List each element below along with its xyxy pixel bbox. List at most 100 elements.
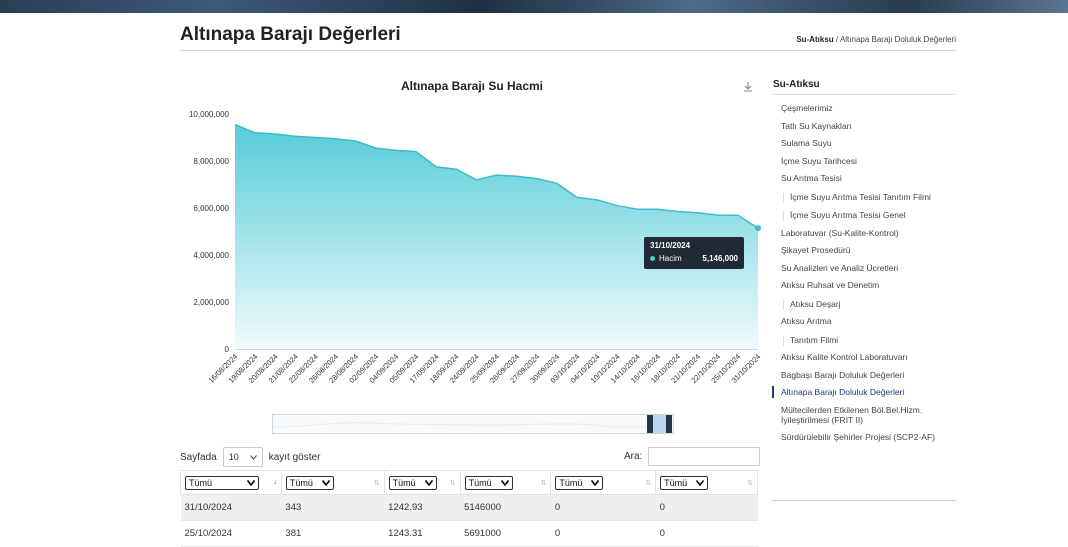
breadcrumb-current: Altınapa Barajı Doluluk Değerleri <box>839 35 956 44</box>
y-tick-label: 0 <box>225 345 230 354</box>
chevron-down-icon <box>249 454 257 460</box>
chevron-down-icon <box>247 479 255 486</box>
sidebar-item[interactable]: İçme Suyu Arıtma Tesisi Genel <box>772 210 956 221</box>
chart-title: Altınapa Barajı Su Hacmi <box>401 79 543 93</box>
table-cell: 1242.93 <box>384 494 461 521</box>
length-label-before: Sayfada <box>180 451 217 463</box>
sidebar-item[interactable]: Altınapa Barajı Doluluk Değerleri <box>772 386 956 398</box>
column-filter-select[interactable]: Tümü <box>285 475 334 490</box>
table-cell: 0 <box>550 494 656 521</box>
sidebar-item[interactable]: Atıksu Ruhsat ve Denetim <box>772 280 956 290</box>
sort-icon[interactable]: ↓ <box>273 479 277 486</box>
column-filter-select[interactable]: Tümü <box>185 475 259 490</box>
data-table: Tümü ↓ Tümü ⇅ Tümü ⇅ Tümü ⇅ Tümü ⇅ Tümü ⇅ 31/10/202… <box>180 470 758 547</box>
column-header-1[interactable]: Tümü ↓ <box>180 470 282 495</box>
sidebar-item[interactable]: Sulama Suyu <box>772 138 956 148</box>
sidebar-item[interactable]: Su Arıtma Tesisi <box>772 173 956 183</box>
column-filter-select[interactable]: Tümü <box>660 475 709 490</box>
sidebar-item-label: İçme Suyu Arıtma Tesisi Tanıtım Filmi <box>790 191 931 202</box>
breadcrumb-link-su-atiksu[interactable]: Su-Atıksu <box>796 35 833 44</box>
y-tick-label: 8,000,000 <box>193 157 229 166</box>
sidebar-title: Su-Atıksu <box>772 79 956 95</box>
column-filter-select[interactable]: Tümü <box>388 475 437 490</box>
column-filter-value: Tümü <box>392 477 416 488</box>
sidebar-item-label: Şikayet Prosedürü <box>781 245 851 255</box>
sidebar-item-label: Su Arıtma Tesisi <box>781 173 842 183</box>
navigator-handle-right[interactable] <box>666 415 672 433</box>
sidebar-item-label: Su Analizleri ve Analiz Ücretleri <box>781 262 899 273</box>
sort-icon[interactable]: ⇅ <box>450 479 456 487</box>
chevron-down-icon <box>321 479 330 486</box>
column-header-3[interactable]: Tümü ⇅ <box>383 470 461 495</box>
chevron-down-icon <box>424 479 433 486</box>
search-label: Ara: <box>624 451 643 462</box>
sidebar-item[interactable]: Çeşmelerimiz <box>772 103 956 113</box>
column-header-4[interactable]: Tümü ⇅ <box>459 470 552 495</box>
navigator-handle-left[interactable] <box>647 415 653 433</box>
sidebar-item[interactable]: Bagbaşı Barajı Doluluk Değerleri <box>772 370 956 380</box>
sidebar-item-label: Sürdürülebilir Şehirler Projesi (SCP2-AF… <box>781 432 935 442</box>
table-cell: 0 <box>655 494 758 521</box>
column-header-5[interactable]: Tümü ⇅ <box>550 470 657 495</box>
chart-range-navigator[interactable] <box>272 414 674 434</box>
chart-tooltip: 31/10/2024 Hacim 5,146,000 <box>644 237 744 269</box>
sidebar-item-label: Bagbaşı Barajı Doluluk Değerleri <box>781 369 905 380</box>
page-length-control: Sayfada 10 kayıt göster <box>180 447 320 467</box>
tooltip-value: 5,146,000 <box>702 254 738 263</box>
sort-icon[interactable]: ⇅ <box>747 479 753 487</box>
sidebar-item[interactable]: Atıksu Arıtma <box>772 316 956 326</box>
sort-icon[interactable]: ⇅ <box>374 479 380 487</box>
sidebar-item-label-line2: İyileştirilmesi (FRIT II) <box>781 414 864 425</box>
download-icon[interactable] <box>744 82 752 92</box>
tooltip-date: 31/10/2024 <box>650 241 691 250</box>
sidebar-item[interactable]: Atıksu Deşarj <box>772 298 956 310</box>
breadcrumb: Su-Atıksu / Altınapa Barajı Doluluk Değe… <box>796 35 956 44</box>
header-banner-image <box>0 0 1068 13</box>
y-tick-label: 6,000,000 <box>193 204 229 213</box>
navigator-mask <box>273 415 649 433</box>
column-filter-value: Tümü <box>559 477 583 488</box>
sidebar-item-label: Tatlı Su Kaynakları <box>781 120 852 131</box>
sort-icon[interactable]: ⇅ <box>541 479 547 487</box>
sidebar-item-label: Atıksu Ruhsat ve Denetim <box>781 280 880 290</box>
chevron-down-icon <box>500 479 509 486</box>
sidebar-item[interactable]: Sürdürülebilir Şehirler Projesi (SCP2-AF… <box>772 432 956 442</box>
sidebar-item[interactable]: İçme Suyu Arıtma Tesisi Tanıtım Filmi <box>772 191 956 203</box>
column-header-6[interactable]: Tümü ⇅ <box>655 470 758 495</box>
sidebar-item[interactable]: Laboratuvar (Su-Kalite-Kontrol) <box>772 228 956 238</box>
series-dot-icon <box>650 256 655 261</box>
sidebar-item[interactable]: Atıksu Kalite Kontrol Laboratuvarı <box>772 352 956 362</box>
navigator-selected-range[interactable] <box>653 415 666 433</box>
sidebar-item[interactable]: İçme Suyu Tarihcesi <box>772 156 956 166</box>
y-tick-label: 10,000,000 <box>189 110 230 119</box>
sidebar-item[interactable]: Su Analizleri ve Analiz Ücretleri <box>772 263 956 273</box>
breadcrumb-separator: / <box>835 35 839 44</box>
data-point[interactable] <box>755 225 761 232</box>
sidebar-item-label: Laboratuvar (Su-Kalite-Kontrol) <box>781 227 899 238</box>
sidebar-item[interactable]: Tanıtım Filmi <box>772 335 956 346</box>
sidebar-item[interactable]: Tatlı Su Kaynakları <box>772 121 956 131</box>
table-row: 31/10/2024 343 1242.93 5146000 0 0 <box>180 494 758 521</box>
column-filter-select[interactable]: Tümü <box>464 475 513 490</box>
sidebar-item-label: Sulama Suyu <box>781 138 832 148</box>
column-header-2[interactable]: Tümü ⇅ <box>280 470 385 495</box>
sidebar-item[interactable]: Mültecilerden Etkilenen Böl.Bel.Hizm. İyi… <box>772 405 956 425</box>
page-length-value: 10 <box>228 452 239 462</box>
page-length-select[interactable]: 10 <box>222 447 263 467</box>
title-divider <box>180 50 956 51</box>
chevron-down-icon <box>696 479 705 486</box>
column-filter-value: Tümü <box>468 477 492 488</box>
sidebar-divider <box>772 500 956 501</box>
sidebar-item-label: Atıksu Deşarj <box>790 298 841 309</box>
sidebar: Su-Atıksu Çeşmelerimiz Tatlı Su Kaynaklar… <box>772 79 956 442</box>
sidebar-item[interactable]: Şikayet Prosedürü <box>772 245 956 255</box>
sidebar-item-label: Mültecilerden Etkilenen Böl.Bel.Hizm. <box>781 404 923 415</box>
filter-row: Tümü ↓ Tümü ⇅ Tümü ⇅ Tümü ⇅ Tümü ⇅ Tümü ⇅ <box>180 470 758 495</box>
length-label-after: kayıt göster <box>268 451 321 463</box>
table-cell: 343 <box>281 494 385 521</box>
column-filter-select[interactable]: Tümü <box>555 475 604 490</box>
sidebar-item-label: Atıksu Kalite Kontrol Laboratuvarı <box>781 352 908 362</box>
search-input[interactable] <box>648 447 761 466</box>
sidebar-item-label: Çeşmelerimiz <box>781 103 833 113</box>
sort-icon[interactable]: ⇅ <box>645 479 651 487</box>
